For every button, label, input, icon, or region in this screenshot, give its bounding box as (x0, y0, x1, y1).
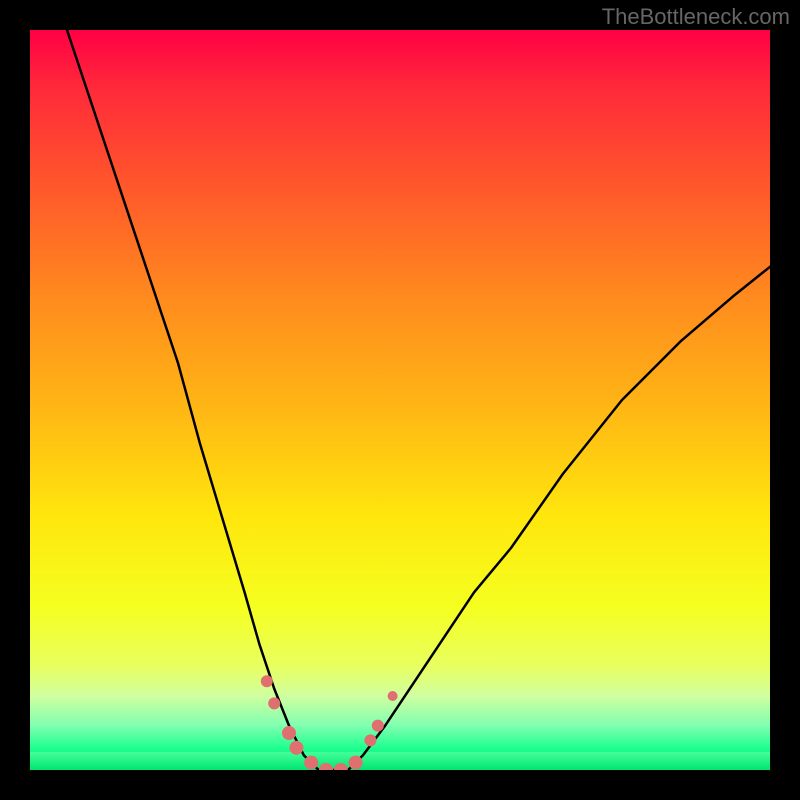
marker-3 (289, 741, 303, 755)
marker-layer (261, 675, 398, 770)
marker-7 (349, 756, 363, 770)
watermark-text: TheBottleneck.com (602, 4, 790, 30)
marker-10 (388, 691, 398, 701)
chart-container: TheBottleneck.com (0, 0, 800, 800)
marker-5 (319, 763, 333, 770)
chart-svg (30, 30, 770, 770)
marker-2 (282, 726, 296, 740)
marker-8 (364, 734, 376, 746)
marker-1 (268, 697, 280, 709)
marker-4 (304, 756, 318, 770)
marker-6 (334, 763, 348, 770)
series-right-curve (348, 267, 770, 770)
plot-area (30, 30, 770, 770)
marker-0 (261, 675, 273, 687)
series-left-curve (67, 30, 319, 770)
marker-9 (372, 720, 384, 732)
curve-layer (67, 30, 770, 770)
